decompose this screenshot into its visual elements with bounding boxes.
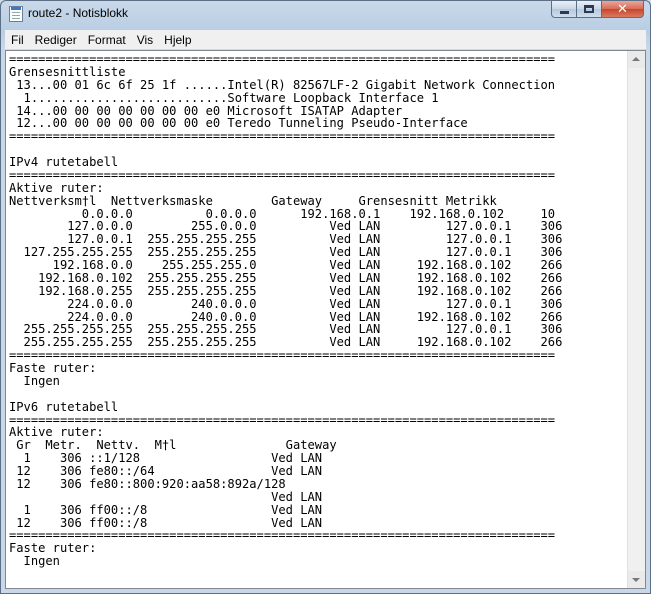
menu-file[interactable]: Fil — [5, 33, 29, 47]
caption-buttons: ✕ — [551, 1, 644, 19]
notepad-window: route2 - Notisblokk ✕ Fil Rediger Format… — [0, 0, 651, 594]
title-bar[interactable]: route2 - Notisblokk ✕ — [1, 1, 650, 29]
menu-bar: Fil Rediger Format Vis Hjelp — [5, 30, 646, 50]
minimize-icon — [560, 11, 569, 14]
close-button[interactable]: ✕ — [601, 1, 644, 18]
text-line: Ingen — [9, 554, 60, 569]
document-text[interactable]: ========================================… — [9, 53, 562, 568]
window-title: route2 - Notisblokk — [28, 6, 129, 20]
text-line: Ingen — [9, 373, 60, 388]
menu-format[interactable]: Format — [82, 33, 131, 47]
notepad-icon[interactable] — [9, 6, 23, 22]
menu-edit[interactable]: Rediger — [29, 33, 82, 47]
maximize-icon — [584, 5, 594, 13]
menu-view[interactable]: Vis — [131, 33, 158, 47]
arrow-down-icon — [632, 578, 640, 582]
vertical-scrollbar[interactable] — [627, 51, 645, 588]
arrow-up-icon — [632, 57, 640, 61]
scroll-down-button[interactable] — [628, 571, 645, 588]
text-line: ========================================… — [9, 129, 556, 144]
menu-help[interactable]: Hjelp — [158, 33, 196, 47]
maximize-button[interactable] — [576, 1, 602, 18]
minimize-button[interactable] — [551, 1, 577, 18]
scroll-track[interactable] — [628, 68, 645, 571]
text-editor-area[interactable]: ========================================… — [5, 50, 646, 589]
scroll-up-button[interactable] — [628, 51, 645, 68]
close-icon: ✕ — [617, 2, 628, 17]
